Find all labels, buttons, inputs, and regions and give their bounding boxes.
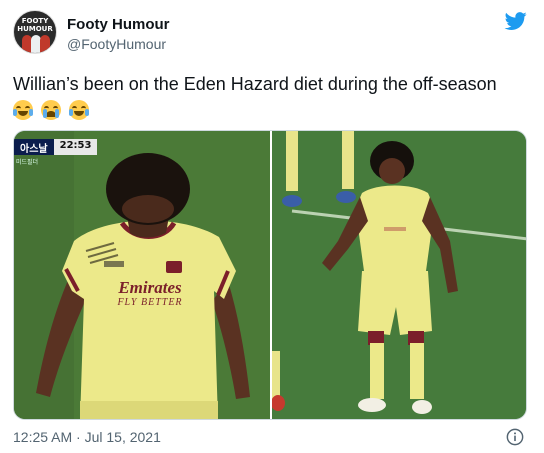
emoji-group (13, 98, 92, 123)
author-avatar[interactable]: FOOTY HUMOUR (13, 10, 57, 54)
tweet-card: FOOTY HUMOUR Footy Humour @FootyHumour W… (0, 0, 544, 453)
shirt-sponsor-main: Emirates (118, 278, 182, 297)
avatar-logo-text: FOOTY HUMOUR (17, 17, 53, 33)
loudly-crying-emoji (41, 99, 62, 120)
info-icon[interactable] (506, 428, 524, 446)
tears-of-joy-emoji (69, 99, 90, 120)
scoreboard-subtitle: 미드필더 (16, 159, 39, 166)
photo-right[interactable] (272, 131, 526, 419)
tweet-media[interactable]: Emirates FLY BETTER 아스날 22:53 미드필더 (13, 130, 527, 420)
shirt-sponsor-tagline: FLY BETTER (117, 297, 183, 308)
player-closeup-illustration (14, 131, 270, 419)
tweet-text: Willian’s been on the Eden Hazard diet d… (13, 72, 513, 123)
scoreboard-clock: 22:53 (53, 139, 98, 155)
tv-scoreboard: 아스날 22:53 (14, 139, 98, 155)
author-name[interactable]: Footy Humour (67, 16, 170, 33)
avatar-figure (40, 35, 50, 53)
tears-of-joy-emoji (13, 99, 33, 120)
photo-left[interactable]: Emirates FLY BETTER 아스날 22:53 미드필더 (14, 131, 270, 419)
tweet-timestamp[interactable]: 12:25 AM · Jul 15, 2021 (13, 429, 161, 445)
scoreboard-team: 아스날 (14, 139, 54, 155)
author-handle[interactable]: @FootyHumour (67, 36, 166, 52)
twitter-bird-icon[interactable] (504, 10, 528, 32)
tweet-body: Willian’s been on the Eden Hazard diet d… (13, 74, 497, 94)
player-fullbody-illustration (272, 131, 526, 419)
